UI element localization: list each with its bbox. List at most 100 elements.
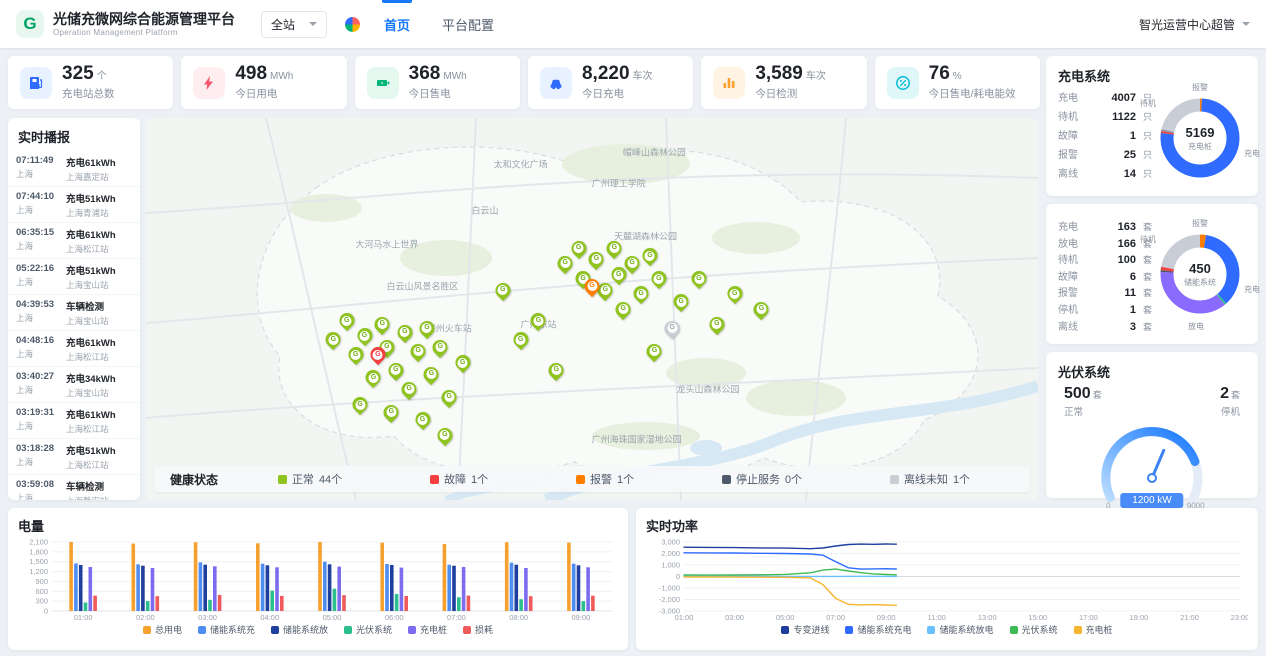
broadcast-event: 充电34kWh	[66, 371, 132, 385]
broadcast-station: 上海宝山站	[66, 279, 132, 291]
map-pin-alarm[interactable]: G	[585, 279, 600, 294]
chart-legend-item[interactable]: 储能系统放	[271, 623, 328, 636]
broadcast-station: 上海宝山站	[66, 315, 132, 327]
chart-legend-item[interactable]: 光伏系统	[344, 623, 392, 636]
svg-text:3,000: 3,000	[661, 538, 680, 547]
chart-legend-item[interactable]: 充电桩	[408, 623, 447, 636]
chart-legend-item[interactable]: 损耗	[463, 623, 493, 636]
broadcast-list[interactable]: 07:11:49上海充电61kWh上海嘉定站07:44:10上海充电51kWh上…	[8, 151, 140, 500]
map-pin-normal[interactable]: G	[384, 405, 399, 420]
map-pin-normal[interactable]: G	[651, 271, 666, 286]
map-pin-normal[interactable]: G	[348, 347, 363, 362]
svg-text:600: 600	[35, 587, 48, 596]
map-pin-normal[interactable]: G	[415, 412, 430, 427]
map-pin-normal[interactable]: G	[513, 332, 528, 347]
broadcast-event: 车辆检测	[66, 479, 132, 493]
energy-chart-legend: 总用电 储能系统充 储能系统放 光伏系统 充电桩 损耗	[18, 623, 618, 636]
map-pin-normal[interactable]: G	[571, 241, 586, 256]
map[interactable]: 健康状态 正常44个故障1个报警1个停止服务0个离线未知1个 太和文化广场帽峰山…	[146, 118, 1038, 500]
map-pin-normal[interactable]: G	[616, 302, 631, 317]
map-pin-normal[interactable]: G	[339, 313, 354, 328]
tab-platform-config[interactable]: 平台配置	[426, 0, 510, 48]
map-pin-fault[interactable]: G	[370, 347, 385, 362]
map-pin-normal[interactable]: G	[442, 390, 457, 405]
station-selector[interactable]: 全站	[261, 11, 327, 38]
map-pin-normal[interactable]: G	[625, 256, 640, 271]
broadcast-station: 上海松江站	[66, 351, 132, 363]
map-pin-normal[interactable]: G	[549, 363, 564, 378]
map-place-label: 龙头山森林公园	[676, 383, 739, 396]
map-pin-normal[interactable]: G	[326, 332, 341, 347]
map-pin-normal[interactable]: G	[402, 382, 417, 397]
map-pin-normal[interactable]: G	[437, 428, 452, 443]
broadcast-item: 03:19:31上海充电61kWh上海松江站	[8, 403, 140, 439]
map-pin-normal[interactable]: G	[647, 344, 662, 359]
kpi-unit: %	[953, 71, 962, 82]
map-pin-normal[interactable]: G	[692, 271, 707, 286]
chart-legend-item[interactable]: 总用电	[143, 623, 182, 636]
map-pin-normal[interactable]: G	[455, 355, 470, 370]
legend-color-swatch	[1074, 626, 1082, 634]
map-pin-normal[interactable]: G	[674, 294, 689, 309]
legend-color-swatch	[198, 626, 206, 634]
map-pin-normal[interactable]: G	[558, 256, 573, 271]
map-pin-normal[interactable]: G	[531, 313, 546, 328]
tab-home[interactable]: 首页	[368, 0, 426, 48]
broadcast-city: 上海	[16, 312, 62, 324]
map-pin-normal[interactable]: G	[424, 367, 439, 382]
kpi-card: 3,589车次今日检测	[701, 56, 866, 109]
map-place-label: 广州海珠国家湿地公园	[592, 432, 682, 445]
map-pin-normal[interactable]: G	[375, 317, 390, 332]
chart-legend-item[interactable]: 专变进线	[781, 623, 829, 636]
svg-text:23:00: 23:00	[1231, 613, 1248, 622]
svg-text:03:00: 03:00	[198, 613, 217, 622]
donut-callout: 充电	[1244, 148, 1260, 159]
kpi-label: 今日售电	[409, 86, 467, 101]
map-pin-normal[interactable]: G	[419, 321, 434, 336]
chart-legend-item[interactable]: 充电桩	[1074, 623, 1113, 636]
map-pin-normal[interactable]: G	[598, 283, 613, 298]
broadcast-event: 充电61kWh	[66, 155, 132, 169]
map-pin-normal[interactable]: G	[607, 241, 622, 256]
stat-row: 故障6套	[1058, 268, 1152, 285]
broadcast-event: 充电61kWh	[66, 407, 132, 421]
pv-stats: 500套 正常 2套 停机	[1058, 385, 1246, 418]
svg-text:2,100: 2,100	[29, 538, 48, 547]
broadcast-city: 上海	[16, 240, 62, 252]
legend-color-swatch	[408, 626, 416, 634]
map-pin-normal[interactable]: G	[366, 370, 381, 385]
svg-text:17:00: 17:00	[1079, 613, 1098, 622]
map-pin-normal[interactable]: G	[727, 286, 742, 301]
donut-callout: 待机	[1140, 234, 1156, 245]
user-menu[interactable]: 智光运营中心超管	[1139, 16, 1250, 33]
map-pin-normal[interactable]: G	[433, 340, 448, 355]
map-pin-normal[interactable]: G	[754, 302, 769, 317]
map-pin-normal[interactable]: G	[411, 344, 426, 359]
power-sales-icon	[367, 67, 399, 99]
map-pin-normal[interactable]: G	[357, 328, 372, 343]
broadcast-time: 03:40:27	[16, 371, 62, 382]
apps-icon[interactable]	[345, 17, 360, 32]
map-pin-normal[interactable]: G	[397, 325, 412, 340]
map-pin-normal[interactable]: G	[388, 363, 403, 378]
map-pin-normal[interactable]: G	[634, 286, 649, 301]
chart-legend-item[interactable]: 储能系统充电	[845, 623, 911, 636]
map-pin-normal[interactable]: G	[642, 248, 657, 263]
header: G 光储充微网综合能源管理平台 Operation Management Pla…	[0, 0, 1266, 48]
stat-row: 放电166套	[1058, 235, 1152, 252]
chart-legend-item[interactable]: 储能系统放电	[927, 623, 993, 636]
kpi-value: 76	[929, 64, 950, 83]
svg-text:08:00: 08:00	[509, 613, 528, 622]
map-pin-normal[interactable]: G	[495, 283, 510, 298]
map-pin-normal[interactable]: G	[353, 397, 368, 412]
kpi-card: 76%今日售电/耗电能效	[875, 56, 1040, 109]
map-pin-offline[interactable]: G	[665, 321, 680, 336]
map-place-label: 白云山风景名胜区	[387, 280, 459, 293]
pv-system-card: 光伏系统 500套 正常 2套 停机 09000 1200 kW	[1046, 352, 1258, 498]
map-pin-normal[interactable]: G	[709, 317, 724, 332]
svg-text:-1,000: -1,000	[659, 584, 680, 593]
broadcast-city: 上海	[16, 492, 62, 500]
map-pin-normal[interactable]: G	[589, 252, 604, 267]
chart-legend-item[interactable]: 光伏系统	[1010, 623, 1058, 636]
chart-legend-item[interactable]: 储能系统充	[198, 623, 255, 636]
